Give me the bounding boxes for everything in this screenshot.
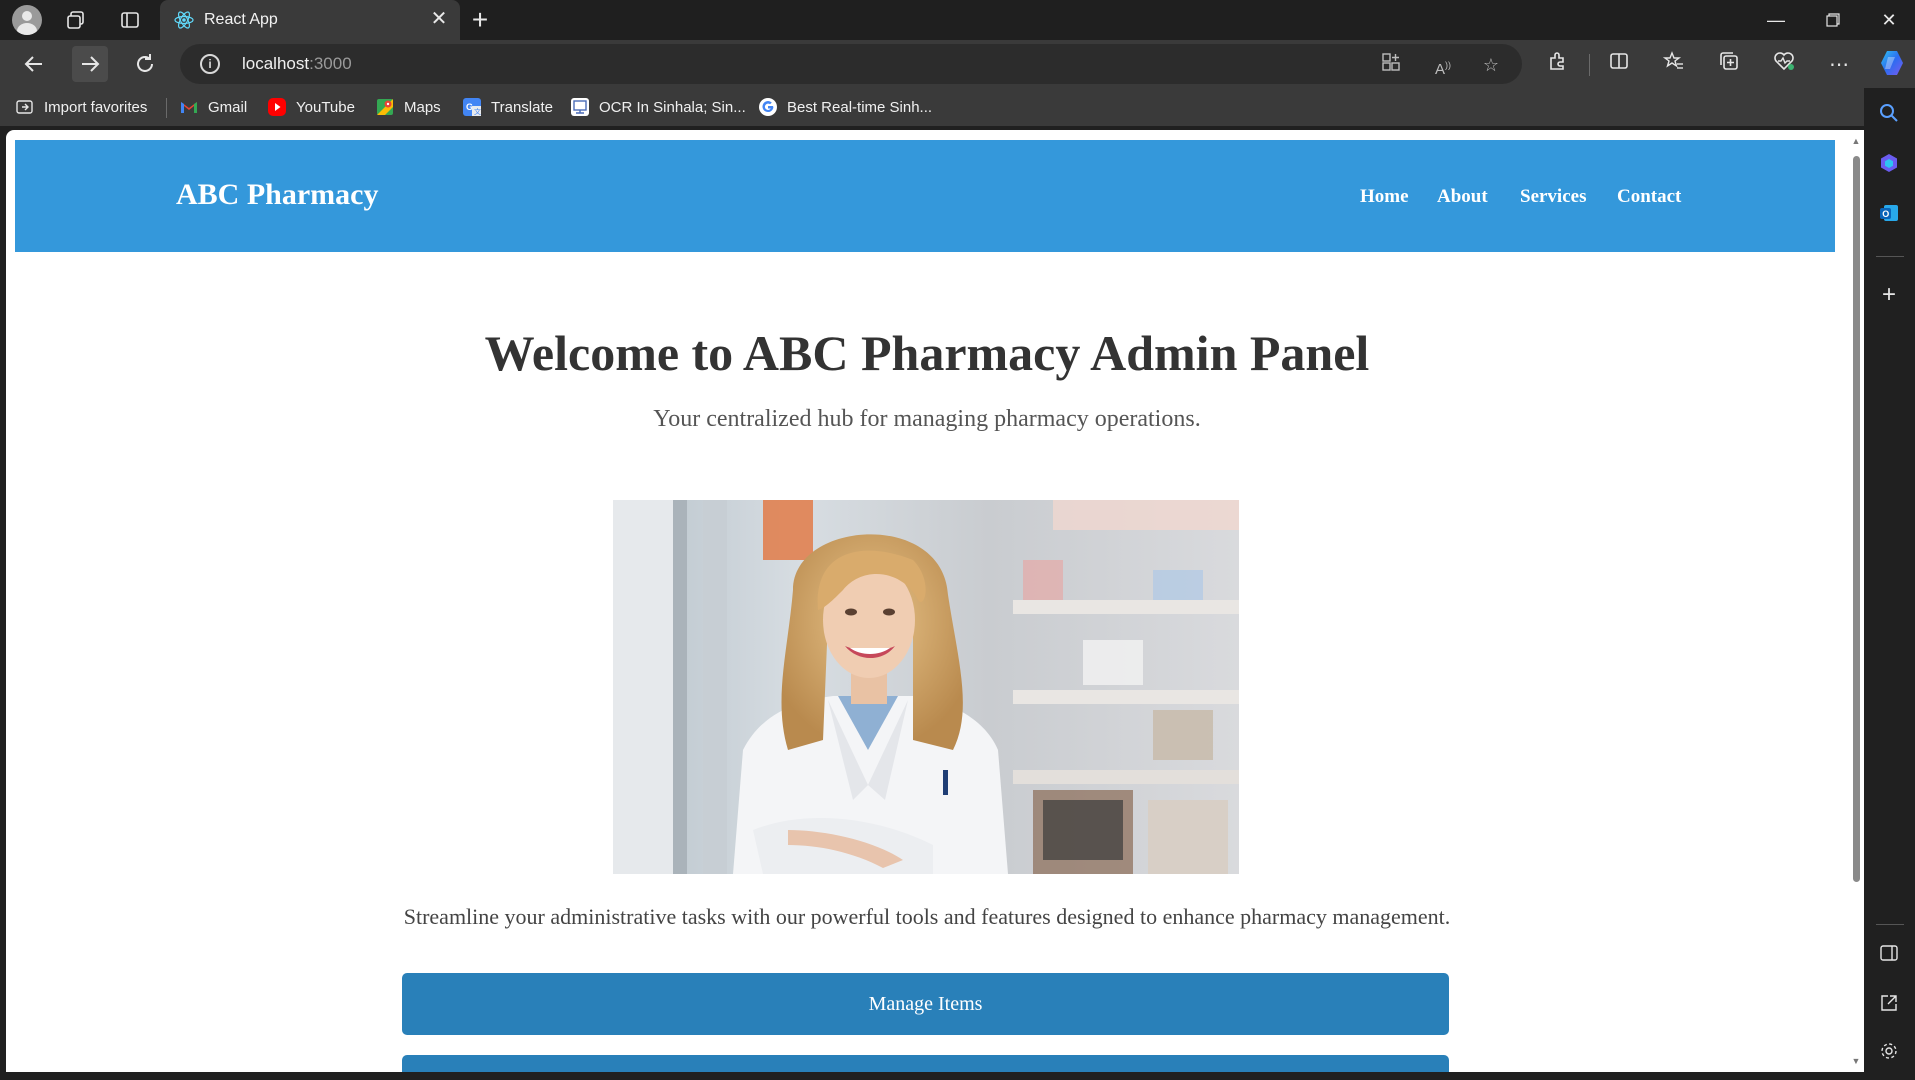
youtube-icon xyxy=(268,98,286,116)
svg-text:文: 文 xyxy=(474,107,481,116)
profile-avatar[interactable] xyxy=(12,5,42,35)
close-tab-icon[interactable]: ✕ xyxy=(428,8,450,30)
browser-title-bar: React App ✕ + — ✕ xyxy=(0,0,1915,40)
hide-sidebar-icon[interactable] xyxy=(1876,940,1902,966)
scroll-up-icon[interactable]: ▲ xyxy=(1851,136,1861,146)
nav-home[interactable]: Home xyxy=(1360,186,1409,208)
svg-text:G: G xyxy=(466,102,473,112)
refresh-icon[interactable] xyxy=(127,46,163,82)
google-icon xyxy=(759,98,777,116)
nav-about[interactable]: About xyxy=(1437,186,1488,208)
split-screen-icon[interactable] xyxy=(1604,50,1634,80)
page-subtitle: Your centralized hub for managing pharma… xyxy=(653,406,1201,432)
read-aloud-icon[interactable]: A)) xyxy=(1430,52,1456,78)
tab-title: React App xyxy=(204,11,278,28)
window-bottom-edge xyxy=(0,1072,1915,1080)
restore-icon[interactable] xyxy=(1810,4,1856,36)
nav-contact[interactable]: Contact xyxy=(1617,186,1681,208)
edge-sidebar: O + xyxy=(1864,88,1915,1080)
tab-actions-icon[interactable] xyxy=(116,6,144,34)
favorite-translate[interactable]: G文 Translate xyxy=(463,96,553,118)
search-icon[interactable] xyxy=(1876,100,1902,126)
gmail-icon xyxy=(180,98,198,116)
copilot-sidebar-icon[interactable] xyxy=(1876,150,1902,176)
close-window-icon[interactable]: ✕ xyxy=(1866,4,1912,36)
forward-icon[interactable] xyxy=(72,46,108,82)
favorites-icon[interactable] xyxy=(1659,50,1689,80)
extensions-icon[interactable] xyxy=(1543,50,1573,80)
scroll-down-icon[interactable]: ▼ xyxy=(1851,1056,1861,1066)
favorite-import[interactable]: Import favorites xyxy=(16,96,147,118)
nav-services[interactable]: Services xyxy=(1520,186,1586,208)
favorite-best-realtime[interactable]: Best Real-time Sinh... xyxy=(759,96,932,118)
ocr-icon xyxy=(571,98,589,116)
sidebar-divider xyxy=(1876,924,1904,925)
address-bar[interactable]: i localhost:3000 A)) ☆ xyxy=(180,44,1522,84)
outlook-icon[interactable]: O xyxy=(1876,200,1902,226)
toolbar-divider xyxy=(1589,54,1590,76)
maps-icon xyxy=(376,98,394,116)
secondary-action-button[interactable] xyxy=(402,1055,1449,1072)
back-icon[interactable] xyxy=(16,46,52,82)
sidebar-divider xyxy=(1876,256,1904,257)
favorite-maps[interactable]: Maps xyxy=(376,96,441,118)
collections-icon[interactable] xyxy=(1714,50,1744,80)
favorite-gmail[interactable]: Gmail xyxy=(180,96,247,118)
browser-toolbar: i localhost:3000 A)) ☆ ⋯ xyxy=(0,40,1915,88)
site-header: ABC Pharmacy Home About Services Contact xyxy=(15,140,1835,252)
external-link-icon[interactable] xyxy=(1876,990,1902,1016)
app-available-icon[interactable] xyxy=(1378,52,1404,78)
new-tab-icon[interactable]: + xyxy=(466,6,494,34)
favorite-star-icon[interactable]: ☆ xyxy=(1478,52,1504,78)
favorite-youtube[interactable]: YouTube xyxy=(268,96,355,118)
page-viewport: ABC Pharmacy Home About Services Contact… xyxy=(6,130,1864,1072)
url-text[interactable]: localhost:3000 xyxy=(242,54,352,74)
tab-react-app[interactable]: React App ✕ xyxy=(160,0,460,40)
page-description: Streamline your administrative tasks wit… xyxy=(403,904,1451,929)
minimize-icon[interactable]: — xyxy=(1753,4,1799,36)
import-icon xyxy=(16,98,34,116)
pharmacist-image xyxy=(613,500,1239,874)
settings-gear-icon[interactable] xyxy=(1876,1038,1902,1064)
site-info-icon[interactable]: i xyxy=(200,54,220,74)
more-options-icon[interactable]: ⋯ xyxy=(1824,50,1854,80)
favorite-ocr-sinhala[interactable]: OCR In Sinhala; Sin... xyxy=(571,96,746,118)
react-icon xyxy=(174,10,194,35)
svg-text:O: O xyxy=(1882,209,1889,219)
favorites-divider xyxy=(166,98,167,118)
translate-icon: G文 xyxy=(463,98,481,116)
browser-essentials-icon[interactable] xyxy=(1769,50,1799,80)
site-brand[interactable]: ABC Pharmacy xyxy=(176,178,378,212)
manage-items-button[interactable]: Manage Items xyxy=(402,973,1449,1035)
copilot-icon[interactable] xyxy=(1877,48,1907,78)
workspaces-icon[interactable] xyxy=(62,6,90,34)
page-title: Welcome to ABC Pharmacy Admin Panel xyxy=(484,325,1370,381)
page-scrollbar[interactable]: ▲ ▼ xyxy=(1848,130,1864,1072)
favorites-bar: Import favorites Gmail YouTube Maps G文 T… xyxy=(0,88,1915,126)
add-sidebar-app-icon[interactable]: + xyxy=(1876,281,1902,308)
scroll-thumb[interactable] xyxy=(1853,156,1860,882)
